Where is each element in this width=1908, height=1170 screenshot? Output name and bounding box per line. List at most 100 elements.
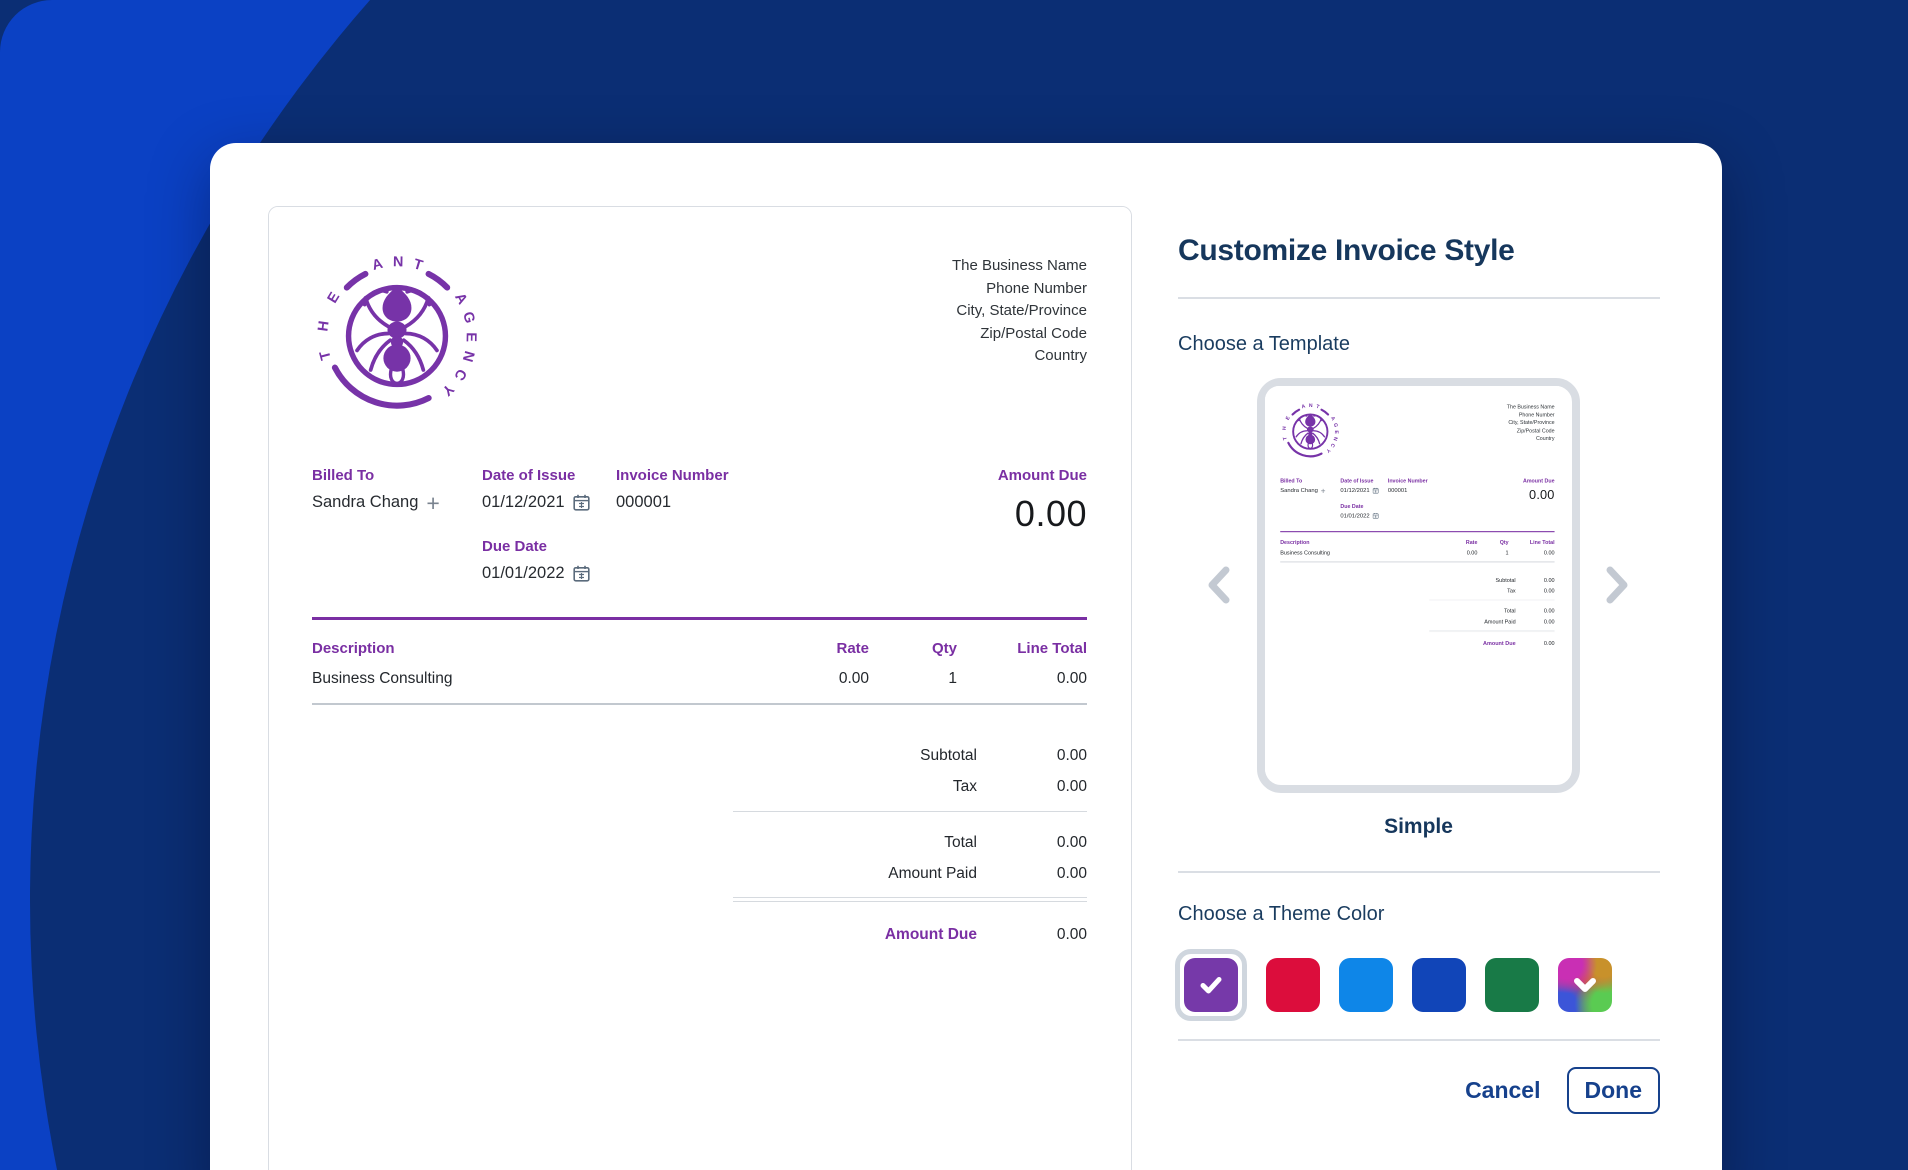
col-qty: Qty: [869, 640, 957, 657]
ant-agency-logo: THE ANT AGENCY: [312, 251, 482, 421]
theme-color-royal-blue[interactable]: [1412, 958, 1466, 1012]
calendar-icon[interactable]: [573, 565, 590, 582]
col-description: Description: [312, 640, 779, 657]
tax-row: Tax 0.00: [1429, 588, 1554, 594]
item-qty: 1: [1477, 550, 1508, 556]
item-line-total: 0.00: [957, 670, 1087, 688]
divider: [1178, 1039, 1660, 1041]
totals-section: Subtotal 0.00 Tax 0.00 Total 0.00 Amount…: [1429, 577, 1554, 647]
subtotal-row: Subtotal 0.00: [1429, 577, 1554, 583]
amount-paid-row: Amount Paid 0.00: [733, 865, 1087, 883]
invoice-meta-fields: Billed To Sandra Chang + Date of Issue 0…: [312, 467, 1087, 583]
table-bottom-rule: [312, 703, 1087, 705]
amount-due-value: 0.00: [1523, 487, 1555, 502]
total-value: 0.00: [977, 834, 1087, 852]
invoice-meta-fields: Billed To Sandra Chang + Date of Issue 0…: [1280, 478, 1554, 519]
check-icon: [1197, 971, 1225, 999]
tax-label: Tax: [733, 778, 977, 796]
theme-color-custom-picker[interactable]: [1558, 958, 1612, 1012]
total-row: Total 0.00: [733, 834, 1087, 852]
col-line-total: Line Total: [957, 640, 1087, 657]
table-top-rule: [1280, 531, 1554, 532]
amount-paid-value: 0.00: [977, 865, 1087, 883]
subtotal-row: Subtotal 0.00: [733, 747, 1087, 765]
invoice-number-value: 000001: [1388, 487, 1407, 494]
amount-due-total-value: 0.00: [1516, 640, 1555, 646]
divider: [1178, 297, 1660, 299]
subtotal-label: Subtotal: [733, 747, 977, 765]
totals-divider: [733, 811, 1087, 812]
theme-color-red[interactable]: [1266, 958, 1320, 1012]
item-line-total: 0.00: [1509, 550, 1555, 556]
invoice-number-value: 000001: [616, 493, 671, 512]
invoice-number-label: Invoice Number: [1388, 478, 1523, 484]
subtotal-value: 0.00: [977, 747, 1087, 765]
item-rate: 0.00: [1446, 550, 1478, 556]
svg-text:THE: THE: [1282, 415, 1292, 441]
col-line-total: Line Total: [1509, 539, 1555, 545]
due-date-label: Due Date: [1340, 503, 1387, 509]
cancel-button[interactable]: Cancel: [1465, 1077, 1540, 1104]
theme-color-swatches: [1175, 949, 1612, 1021]
amount-due-row: Amount Due 0.00: [733, 926, 1087, 944]
subtotal-label: Subtotal: [1429, 577, 1515, 583]
amount-due-row: Amount Due 0.00: [1429, 640, 1554, 646]
total-row: Total 0.00: [1429, 608, 1554, 614]
totals-section: Subtotal 0.00 Tax 0.00 Total 0.00 Amount…: [733, 747, 1087, 944]
add-customer-button[interactable]: +: [426, 496, 439, 510]
business-zip: Zip/Postal Code: [1507, 427, 1555, 435]
template-name: Simple: [1257, 815, 1580, 839]
tax-value: 0.00: [1516, 588, 1555, 594]
invoice-header: THE ANT AGENCY: [1280, 402, 1554, 462]
invoice-preview-paper: THE ANT AGENCY: [268, 206, 1132, 1170]
business-country: Country: [952, 345, 1087, 368]
amount-due-total-label: Amount Due: [733, 926, 977, 944]
business-name: The Business Name: [1507, 403, 1555, 411]
svg-text:ANT: ANT: [370, 254, 424, 274]
totals-double-divider: [733, 897, 1087, 902]
date-of-issue-field: 01/12/2021: [1340, 487, 1387, 494]
next-template-button[interactable]: [1597, 562, 1637, 608]
col-qty: Qty: [1477, 539, 1508, 545]
calendar-icon: [1372, 513, 1378, 519]
date-of-issue-label: Date of Issue: [1340, 478, 1387, 484]
amount-paid-value: 0.00: [1516, 619, 1555, 625]
selected-swatch-ring: [1175, 949, 1247, 1021]
item-description: Business Consulting: [312, 670, 779, 688]
due-date-value: 01/01/2022: [1340, 512, 1369, 519]
tax-label: Tax: [1429, 588, 1515, 594]
done-button[interactable]: Done: [1567, 1067, 1661, 1114]
template-card-simple[interactable]: THE ANT AGENCY: [1257, 378, 1580, 793]
amount-due-label: Amount Due: [1523, 478, 1555, 484]
col-description: Description: [1280, 539, 1445, 545]
billed-to-value: Sandra Chang: [312, 493, 418, 512]
theme-color-purple[interactable]: [1184, 958, 1238, 1012]
table-bottom-rule: [1280, 562, 1554, 563]
invoice-number-label: Invoice Number: [616, 467, 998, 484]
calendar-icon: [1372, 488, 1378, 494]
amount-paid-row: Amount Paid 0.00: [1429, 619, 1554, 625]
business-phone: Phone Number: [1507, 411, 1555, 419]
total-value: 0.00: [1516, 608, 1555, 614]
previous-template-button[interactable]: [1199, 562, 1239, 608]
tax-value: 0.00: [977, 778, 1087, 796]
invoice-document: THE ANT AGENCY: [269, 207, 1132, 1170]
billed-to-value: Sandra Chang: [1280, 487, 1318, 494]
business-info: The Business Name Phone Number City, Sta…: [952, 251, 1087, 368]
line-items-header: Description Rate Qty Line Total: [1280, 539, 1554, 545]
amount-due-label: Amount Due: [998, 467, 1087, 484]
template-thumbnail: THE ANT AGENCY: [1265, 386, 1570, 783]
theme-color-green[interactable]: [1485, 958, 1539, 1012]
amount-due-total-value: 0.00: [977, 926, 1087, 944]
table-top-rule: [312, 617, 1087, 620]
add-customer-button: +: [1321, 488, 1326, 493]
total-label: Total: [733, 834, 977, 852]
choose-color-label: Choose a Theme Color: [1178, 903, 1384, 926]
due-date-field: 01/01/2022: [1340, 512, 1387, 519]
theme-color-blue[interactable]: [1339, 958, 1393, 1012]
divider: [1178, 871, 1660, 873]
due-date-field[interactable]: 01/01/2022: [482, 564, 616, 583]
date-of-issue-field[interactable]: 01/12/2021: [482, 493, 616, 512]
calendar-icon[interactable]: [573, 494, 590, 511]
total-label: Total: [1429, 608, 1515, 614]
